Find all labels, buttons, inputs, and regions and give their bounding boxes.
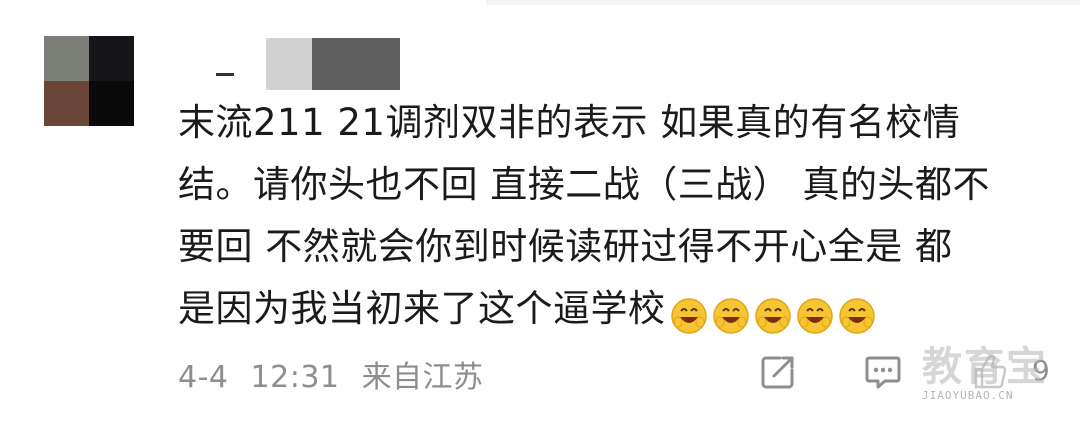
comment-date: 4-4 [178, 360, 229, 395]
top-divider [486, 0, 1080, 5]
comment-location: 来自江苏 [361, 360, 484, 395]
comment-time: 12:31 [250, 360, 340, 395]
grinning-face-emoji [838, 292, 876, 334]
avatar-block [89, 36, 134, 81]
watermark-url: JIAOYUBAO.CN [922, 389, 1014, 402]
watermark-logo-text: 教育宝 [922, 344, 1048, 390]
grinning-face-emoji [670, 292, 708, 334]
comment-button[interactable] [863, 352, 903, 392]
comment-line: 要回 不然就会你到时候读研过得不开心全是 都 [178, 225, 953, 268]
comment-meta: 4-4 12:31 来自江苏 [178, 352, 484, 396]
comment-text: 末流211 21调剂双非的表示 如果真的有名校情 结。请你头也不回 直接二战（三… [178, 92, 1038, 340]
username-blur-block [312, 38, 400, 90]
grinning-face-emoji [712, 292, 750, 334]
share-button[interactable] [758, 352, 798, 392]
username-blurred[interactable] [266, 38, 400, 90]
watermark: 教育宝 JIAOYUBAO.CN [922, 345, 1072, 405]
share-icon [761, 356, 794, 389]
comment-line: 结。请你头也不回 直接二战（三战） 真的头都不 [178, 163, 991, 206]
emoji-row [670, 292, 876, 334]
comment-icon [865, 356, 901, 389]
comment-line-last: 是因为我当初来了这个逼学校 [178, 278, 1038, 340]
grinning-face-emoji [754, 292, 792, 334]
avatar-block [44, 36, 89, 81]
avatar-block [44, 81, 89, 126]
avatar[interactable] [44, 36, 134, 126]
comment-line-text: 是因为我当初来了这个逼学校 [178, 287, 666, 330]
grinning-face-emoji [796, 292, 834, 334]
username-blurred-dash [216, 73, 234, 76]
comment-line: 末流211 21调剂双非的表示 如果真的有名校情 [178, 101, 961, 144]
username-blur-block [266, 38, 312, 90]
avatar-block [89, 81, 134, 126]
